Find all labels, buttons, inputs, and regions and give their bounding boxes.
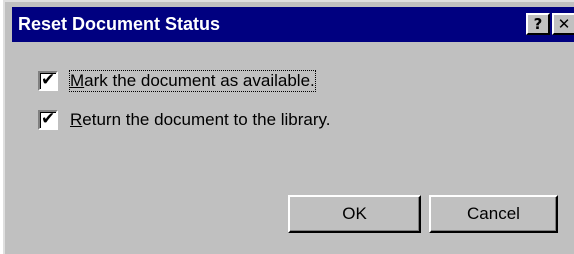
help-button[interactable]: ? [526, 13, 550, 35]
close-button[interactable]: ✕ [552, 13, 574, 35]
mark-available-label[interactable]: Mark the document as available. [69, 70, 316, 92]
mark-available-checkbox[interactable]: ✔ [38, 70, 58, 91]
checkmark-icon: ✔ [41, 109, 56, 129]
checkmark-icon: ✔ [41, 70, 56, 90]
reset-document-status-dialog: Reset Document Status ? ✕ ✔ Mark the doc… [3, 0, 574, 254]
return-to-library-label[interactable]: Return the document to the library. [70, 110, 331, 130]
dialog-title: Reset Document Status [18, 14, 221, 34]
close-icon: ✕ [557, 15, 571, 33]
help-icon: ? [533, 15, 543, 33]
cancel-button[interactable]: Cancel [429, 195, 558, 233]
ok-button[interactable]: OK [288, 195, 421, 233]
title-bar[interactable]: Reset Document Status ? ✕ [12, 7, 574, 42]
return-to-library-checkbox[interactable]: ✔ [38, 109, 58, 130]
